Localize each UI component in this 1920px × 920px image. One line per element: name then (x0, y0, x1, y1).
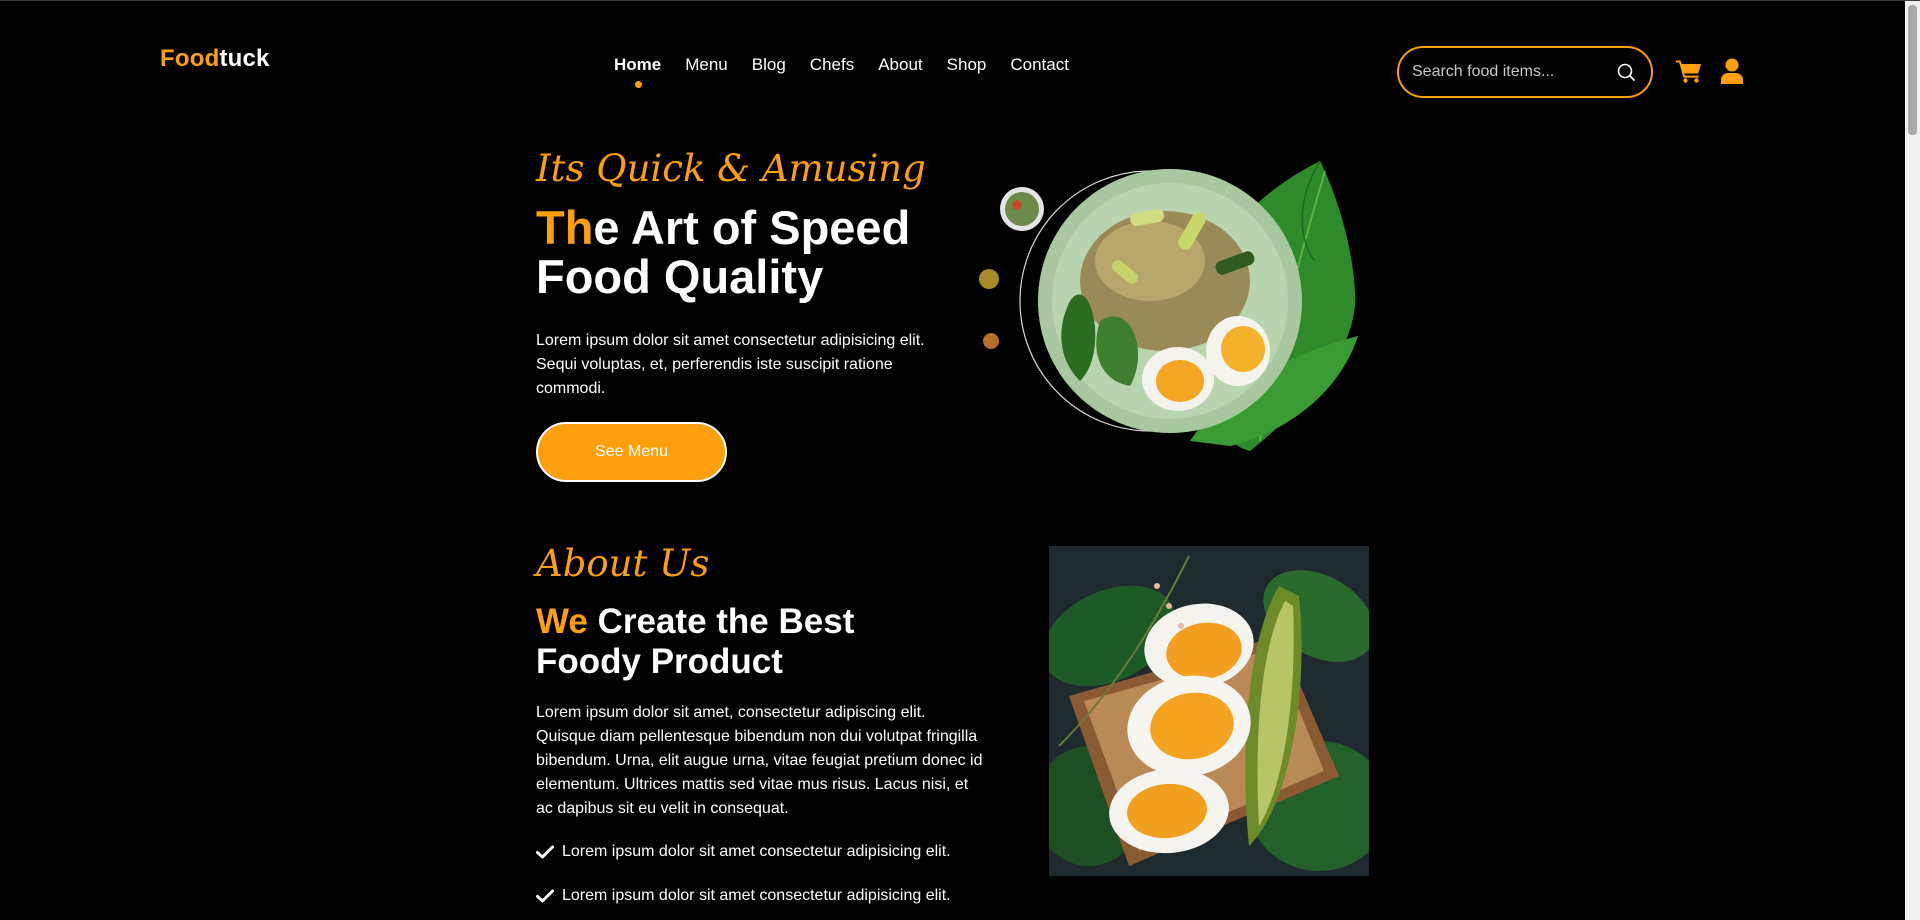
nav-item-label: Shop (946, 55, 987, 74)
logo-accent: Food (160, 45, 220, 72)
scrollbar-thumb[interactable] (1908, 5, 1917, 135)
hero-title-line2: Food Quality (536, 250, 824, 303)
about-tagline: About Us (536, 542, 710, 585)
nav-item-label: Contact (1010, 55, 1069, 74)
nav-item-about[interactable]: About (878, 55, 922, 75)
hero-title-highlight: Th (536, 201, 594, 254)
feature-checklist: Lorem ipsum dolor sit amet consectetur a… (536, 841, 951, 920)
see-menu-button[interactable]: See Menu (536, 422, 727, 482)
list-item: Lorem ipsum dolor sit amet consectetur a… (536, 885, 951, 907)
nav-item-blog[interactable]: Blog (752, 55, 786, 75)
user-icon[interactable] (1721, 58, 1743, 85)
nav-item-label: Menu (685, 55, 728, 74)
about-description: Lorem ipsum dolor sit amet, consectetur … (536, 704, 983, 817)
page: Foodtuck Home Menu Blog Chefs About Shop… (0, 0, 1920, 920)
nav-item-menu[interactable]: Menu (685, 55, 728, 75)
about-title-rest: Create the Best (587, 602, 855, 641)
nav-item-home[interactable]: Home (614, 55, 662, 88)
about-title-line2: Foody Product (536, 642, 783, 681)
egg-toast-photo (1049, 546, 1369, 876)
search-box (1397, 46, 1653, 98)
search-icon[interactable] (1615, 61, 1637, 83)
nav-item-label: About (878, 55, 923, 74)
hero-title: The Art of Speed Food Quality (536, 203, 956, 301)
hero-title-rest: e Art of Speed (593, 201, 911, 254)
about-title-highlight: We (536, 602, 588, 641)
nav-item-contact[interactable]: Contact (1010, 55, 1069, 75)
nav-item-shop[interactable]: Shop (947, 55, 987, 75)
food-plate-image (979, 160, 1358, 451)
search-input[interactable] (1399, 62, 1615, 82)
hero-description: Lorem ipsum dolor sit amet consectetur a… (536, 332, 925, 397)
nav-item-label: Home (614, 55, 662, 74)
check-icon (536, 845, 554, 859)
nav-item-label: Blog (751, 55, 786, 74)
list-item: Lorem ipsum dolor sit amet consectetur a… (536, 841, 951, 863)
hero-tagline: Its Quick & Amusing (536, 147, 926, 190)
checklist-text: Lorem ipsum dolor sit amet consectetur a… (562, 843, 951, 860)
nav-item-chefs[interactable]: Chefs (810, 55, 854, 75)
nav-item-label: Chefs (809, 55, 855, 74)
cart-icon[interactable] (1676, 59, 1702, 83)
logo-rest: tuck (219, 45, 270, 72)
page-scrollbar[interactable] (1905, 1, 1920, 920)
checklist-text: Lorem ipsum dolor sit amet consectetur a… (562, 887, 951, 904)
active-indicator-dot (634, 81, 642, 88)
check-icon (536, 889, 554, 903)
logo[interactable]: Foodtuck (160, 45, 270, 73)
about-title: We Create the Best Foody Product (536, 602, 956, 682)
main-nav: Home Menu Blog Chefs About Shop Contact (614, 55, 1093, 88)
